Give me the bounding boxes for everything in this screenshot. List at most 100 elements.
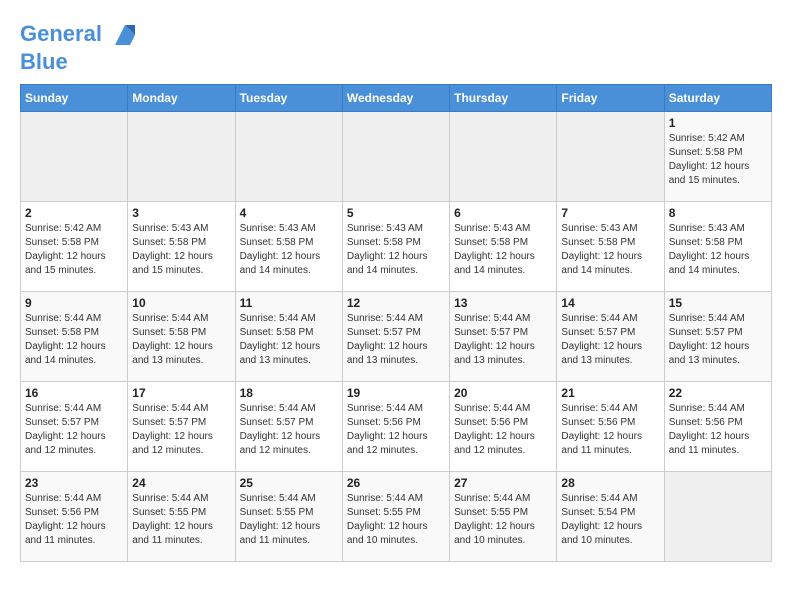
day-cell: 9 Sunrise: 5:44 AMSunset: 5:58 PMDaylight… [21,292,128,382]
day-cell: 15Sunrise: 5:44 AMSunset: 5:57 PMDayligh… [664,292,771,382]
day-number: 6 [454,206,552,220]
day-info: Sunrise: 5:44 AMSunset: 5:56 PMDaylight:… [347,402,445,458]
day-cell: 13 Sunrise: 5:44 AMSunset: 5:57 PMDayligh… [450,292,557,382]
day-info: Sunrise: 5:44 AMSunset: 5:57 PMDaylight:… [25,402,123,458]
day-number: 25 [240,476,338,490]
page-header: General Blue [20,20,772,74]
day-number: 4 [240,206,338,220]
day-cell [450,112,557,202]
day-cell: 12 Sunrise: 5:44 AMSunset: 5:57 PMDayligh… [342,292,449,382]
day-cell: 6 Sunrise: 5:43 AMSunset: 5:58 PMDaylight… [450,202,557,292]
day-cell: 16 Sunrise: 5:44 AMSunset: 5:57 PMDayligh… [21,382,128,472]
day-header-tuesday: Tuesday [235,85,342,112]
day-cell: 1Sunrise: 5:42 AMSunset: 5:58 PMDaylight… [664,112,771,202]
day-header-thursday: Thursday [450,85,557,112]
day-info: Sunrise: 5:42 AMSunset: 5:58 PMDaylight:… [669,132,767,188]
week-row-2: 2 Sunrise: 5:42 AMSunset: 5:58 PMDaylight… [21,202,772,292]
calendar-table: SundayMondayTuesdayWednesdayThursdayFrid… [20,84,772,562]
day-info: Sunrise: 5:44 AMSunset: 5:57 PMDaylight:… [347,312,445,368]
day-header-wednesday: Wednesday [342,85,449,112]
day-info: Sunrise: 5:44 AMSunset: 5:58 PMDaylight:… [240,312,338,368]
day-cell [21,112,128,202]
day-info: Sunrise: 5:44 AMSunset: 5:55 PMDaylight:… [132,492,230,548]
week-row-3: 9 Sunrise: 5:44 AMSunset: 5:58 PMDaylight… [21,292,772,382]
day-info: Sunrise: 5:43 AMSunset: 5:58 PMDaylight:… [454,222,552,278]
day-number: 11 [240,296,338,310]
day-info: Sunrise: 5:43 AMSunset: 5:58 PMDaylight:… [240,222,338,278]
day-info: Sunrise: 5:44 AMSunset: 5:55 PMDaylight:… [454,492,552,548]
logo-text: General [20,20,140,50]
day-number: 7 [561,206,659,220]
logo: General Blue [20,20,140,74]
day-number: 18 [240,386,338,400]
week-row-4: 16 Sunrise: 5:44 AMSunset: 5:57 PMDayligh… [21,382,772,472]
day-info: Sunrise: 5:44 AMSunset: 5:54 PMDaylight:… [561,492,659,548]
day-header-monday: Monday [128,85,235,112]
day-cell: 19 Sunrise: 5:44 AMSunset: 5:56 PMDayligh… [342,382,449,472]
day-info: Sunrise: 5:44 AMSunset: 5:57 PMDaylight:… [240,402,338,458]
day-number: 14 [561,296,659,310]
day-cell: 11 Sunrise: 5:44 AMSunset: 5:58 PMDayligh… [235,292,342,382]
day-info: Sunrise: 5:44 AMSunset: 5:56 PMDaylight:… [561,402,659,458]
day-cell: 26Sunrise: 5:44 AMSunset: 5:55 PMDayligh… [342,472,449,562]
day-cell: 23 Sunrise: 5:44 AMSunset: 5:56 PMDayligh… [21,472,128,562]
day-info: Sunrise: 5:44 AMSunset: 5:58 PMDaylight:… [25,312,123,368]
day-number: 24 [132,476,230,490]
day-number: 2 [25,206,123,220]
day-info: Sunrise: 5:44 AMSunset: 5:57 PMDaylight:… [454,312,552,368]
day-cell: 22 Sunrise: 5:44 AMSunset: 5:56 PMDayligh… [664,382,771,472]
logo-blue: Blue [20,50,140,74]
day-cell: 10 Sunrise: 5:44 AMSunset: 5:58 PMDayligh… [128,292,235,382]
day-cell: 5 Sunrise: 5:43 AMSunset: 5:58 PMDaylight… [342,202,449,292]
day-cell [128,112,235,202]
day-info: Sunrise: 5:43 AMSunset: 5:58 PMDaylight:… [669,222,767,278]
day-header-saturday: Saturday [664,85,771,112]
day-info: Sunrise: 5:44 AMSunset: 5:58 PMDaylight:… [132,312,230,368]
day-cell: 17Sunrise: 5:44 AMSunset: 5:57 PMDayligh… [128,382,235,472]
day-cell: 21 Sunrise: 5:44 AMSunset: 5:56 PMDayligh… [557,382,664,472]
day-info: Sunrise: 5:44 AMSunset: 5:56 PMDaylight:… [669,402,767,458]
day-cell: 2 Sunrise: 5:42 AMSunset: 5:58 PMDaylight… [21,202,128,292]
day-number: 5 [347,206,445,220]
day-cell: 14 Sunrise: 5:44 AMSunset: 5:57 PMDayligh… [557,292,664,382]
day-number: 3 [132,206,230,220]
day-cell: 8 Sunrise: 5:43 AMSunset: 5:58 PMDaylight… [664,202,771,292]
day-header-friday: Friday [557,85,664,112]
day-info: Sunrise: 5:44 AMSunset: 5:56 PMDaylight:… [25,492,123,548]
day-number: 20 [454,386,552,400]
day-info: Sunrise: 5:43 AMSunset: 5:58 PMDaylight:… [561,222,659,278]
day-number: 17 [132,386,230,400]
day-info: Sunrise: 5:44 AMSunset: 5:56 PMDaylight:… [454,402,552,458]
day-cell [342,112,449,202]
day-number: 8 [669,206,767,220]
day-cell: 3 Sunrise: 5:43 AMSunset: 5:58 PMDaylight… [128,202,235,292]
day-info: Sunrise: 5:44 AMSunset: 5:55 PMDaylight:… [347,492,445,548]
day-number: 13 [454,296,552,310]
day-number: 27 [454,476,552,490]
week-row-1: 1Sunrise: 5:42 AMSunset: 5:58 PMDaylight… [21,112,772,202]
day-cell [557,112,664,202]
day-cell: 24 Sunrise: 5:44 AMSunset: 5:55 PMDayligh… [128,472,235,562]
day-cell [235,112,342,202]
day-cell [664,472,771,562]
day-number: 9 [25,296,123,310]
day-number: 19 [347,386,445,400]
day-number: 10 [132,296,230,310]
day-number: 22 [669,386,767,400]
calendar-header-row: SundayMondayTuesdayWednesdayThursdayFrid… [21,85,772,112]
day-cell: 28Sunrise: 5:44 AMSunset: 5:54 PMDayligh… [557,472,664,562]
day-number: 16 [25,386,123,400]
day-cell: 4 Sunrise: 5:43 AMSunset: 5:58 PMDaylight… [235,202,342,292]
day-cell: 18 Sunrise: 5:44 AMSunset: 5:57 PMDayligh… [235,382,342,472]
day-info: Sunrise: 5:43 AMSunset: 5:58 PMDaylight:… [347,222,445,278]
day-info: Sunrise: 5:42 AMSunset: 5:58 PMDaylight:… [25,222,123,278]
day-info: Sunrise: 5:43 AMSunset: 5:58 PMDaylight:… [132,222,230,278]
day-header-sunday: Sunday [21,85,128,112]
day-info: Sunrise: 5:44 AMSunset: 5:57 PMDaylight:… [561,312,659,368]
day-number: 23 [25,476,123,490]
day-number: 21 [561,386,659,400]
week-row-5: 23 Sunrise: 5:44 AMSunset: 5:56 PMDayligh… [21,472,772,562]
day-number: 12 [347,296,445,310]
day-cell: 20 Sunrise: 5:44 AMSunset: 5:56 PMDayligh… [450,382,557,472]
day-number: 15 [669,296,767,310]
